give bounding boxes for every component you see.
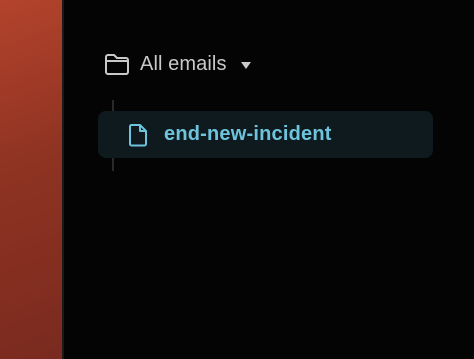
folder-label: All emails	[140, 52, 227, 75]
folder-all-emails[interactable]: All emails	[104, 50, 251, 78]
file-label: end-new-incident	[164, 123, 332, 145]
file-item-end-new-incident[interactable]: end-new-incident	[98, 111, 433, 158]
file-icon	[128, 123, 148, 147]
caret-down-icon[interactable]	[240, 61, 251, 69]
app-window: All emails end-new-incident	[0, 0, 474, 359]
left-sidebar-strip	[0, 0, 62, 359]
file-tree-panel: All emails end-new-incident	[64, 0, 474, 359]
folder-icon	[104, 52, 130, 76]
